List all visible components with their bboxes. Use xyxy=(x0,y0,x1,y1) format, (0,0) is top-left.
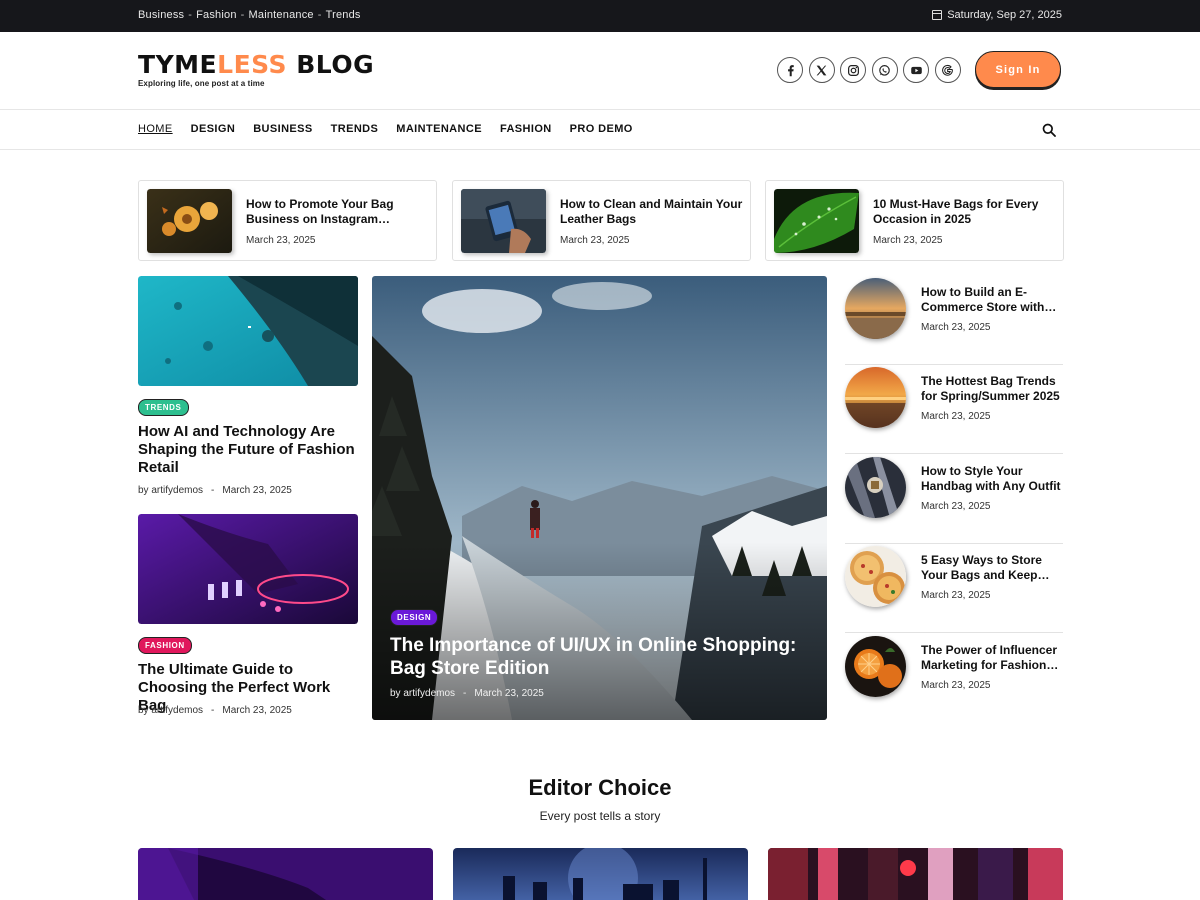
post-thumbnail xyxy=(845,457,906,518)
post-date: March 23, 2025 xyxy=(921,411,991,422)
mini-post-card[interactable]: How to Promote Your Bag Business on Inst… xyxy=(138,180,437,261)
post-title[interactable]: The Power of Influencer Marketing for Fa… xyxy=(921,643,1061,672)
site-tagline: Exploring life, one post at a time xyxy=(138,79,265,88)
post-meta: by artifydemos - March 23, 2025 xyxy=(138,485,292,496)
mini-post-card[interactable]: 10 Must-Have Bags for Every Occasion in … xyxy=(765,180,1064,261)
site-header: TYMELESS BLOG Exploring life, one post a… xyxy=(0,32,1200,110)
social-links xyxy=(777,57,961,83)
post-title[interactable]: How to Build an E-Commerce Store with… xyxy=(921,285,1061,314)
post-author[interactable]: by artifydemos xyxy=(138,485,203,496)
sidebar-post[interactable]: How to Style Your Handbag with Any Outfi… xyxy=(845,455,1063,544)
post-thumbnail xyxy=(845,367,906,428)
post-title[interactable]: How to Style Your Handbag with Any Outfi… xyxy=(921,464,1061,493)
post-date: March 23, 2025 xyxy=(921,680,991,691)
post-thumbnail xyxy=(774,189,859,253)
post-title[interactable]: How AI and Technology Are Shaping the Fu… xyxy=(138,423,358,477)
top-bar: Business - Fashion - Maintenance - Trends Satu… xyxy=(0,0,1200,32)
category-badge[interactable]: DESIGN xyxy=(390,609,439,626)
top-category-link[interactable]: Maintenance xyxy=(249,9,314,21)
calendar-icon xyxy=(932,10,943,20)
post-thumbnail xyxy=(845,278,906,339)
post-image[interactable] xyxy=(138,514,358,624)
current-date: Saturday, Sep 27, 2025 xyxy=(932,9,1062,21)
sidebar-post[interactable]: 5 Easy Ways to Store Your Bags and Keep…… xyxy=(845,544,1063,633)
post-title[interactable]: How to Promote Your Bag Business on Inst… xyxy=(246,197,431,226)
post-date: March 23, 2025 xyxy=(921,501,991,512)
sidebar-post[interactable]: How to Build an E-Commerce Store with… M… xyxy=(845,276,1063,365)
youtube-icon[interactable] xyxy=(903,57,929,83)
nav-item-business[interactable]: BUSINESS xyxy=(253,123,312,135)
nav-item-design[interactable]: DESIGN xyxy=(191,123,236,135)
instagram-icon[interactable] xyxy=(840,57,866,83)
post-date: March 23, 2025 xyxy=(560,235,630,246)
post-author[interactable]: by artifydemos xyxy=(138,705,203,716)
section-subtitle: Every post tells a story xyxy=(539,809,661,823)
post-date: March 23, 2025 xyxy=(222,485,292,496)
x-icon[interactable] xyxy=(808,57,835,83)
post-thumbnail xyxy=(845,636,906,697)
nav-item-pro-demo[interactable]: PRO DEMO xyxy=(570,123,633,135)
whatsapp-icon[interactable] xyxy=(871,57,898,83)
category-badge[interactable]: FASHION xyxy=(138,637,192,654)
nav-item-trends[interactable]: TRENDS xyxy=(331,123,379,135)
separator: - xyxy=(188,9,193,21)
post-title[interactable]: 10 Must-Have Bags for Every Occasion in … xyxy=(873,197,1058,226)
featured-title[interactable]: The Importance of UI/UX in Online Shoppi… xyxy=(390,634,815,680)
editor-post-image[interactable] xyxy=(768,848,1063,900)
nav-item-maintenance[interactable]: MAINTENANCE xyxy=(396,123,482,135)
separator: - xyxy=(317,9,322,21)
mini-post-card[interactable]: How to Clean and Maintain Your Leather B… xyxy=(452,180,751,261)
post-image[interactable] xyxy=(138,276,358,386)
post-date: March 23, 2025 xyxy=(474,688,544,699)
featured-post[interactable]: DESIGN The Importance of UI/UX in Online… xyxy=(372,276,827,720)
nav-item-home[interactable]: HOME xyxy=(138,123,173,135)
post-date: March 23, 2025 xyxy=(246,235,316,246)
top-category-link[interactable]: Trends xyxy=(326,9,361,21)
date-text: Saturday, Sep 27, 2025 xyxy=(947,9,1062,21)
editor-post-image[interactable] xyxy=(138,848,433,900)
post-title[interactable]: How to Clean and Maintain Your Leather B… xyxy=(560,197,745,226)
top-category-link[interactable]: Fashion xyxy=(196,9,237,21)
logo-text: TYMELESS BLOG xyxy=(138,50,375,79)
sidebar-post[interactable]: The Power of Influencer Marketing for Fa… xyxy=(845,634,1063,723)
post-title[interactable]: The Hottest Bag Trends for Spring/Summer… xyxy=(921,374,1061,403)
post-author[interactable]: by artifydemos xyxy=(390,688,455,699)
post-thumbnail xyxy=(147,189,232,253)
nav-menu: HOME DESIGN BUSINESS TRENDS MAINTENANCE … xyxy=(138,123,633,135)
google-icon[interactable] xyxy=(934,57,961,83)
section-title: Editor Choice xyxy=(528,775,672,800)
site-logo[interactable]: TYMELESS BLOG Exploring life, one post a… xyxy=(138,50,375,89)
top-category-link[interactable]: Business xyxy=(138,9,184,21)
main-navigation: HOME DESIGN BUSINESS TRENDS MAINTENANCE … xyxy=(0,110,1200,150)
nav-item-fashion[interactable]: FASHION xyxy=(500,123,552,135)
sign-in-button[interactable]: Sign In xyxy=(975,51,1061,88)
editor-post-image[interactable] xyxy=(453,848,748,900)
post-date: March 23, 2025 xyxy=(873,235,943,246)
category-badge[interactable]: TRENDS xyxy=(138,399,189,416)
post-thumbnail xyxy=(845,546,906,607)
post-meta: by artifydemos - March 23, 2025 xyxy=(390,688,544,699)
post-date: March 23, 2025 xyxy=(222,705,292,716)
sidebar-post[interactable]: The Hottest Bag Trends for Spring/Summer… xyxy=(845,365,1063,454)
facebook-icon[interactable] xyxy=(777,57,803,83)
separator: - xyxy=(240,9,245,21)
search-icon[interactable] xyxy=(1042,123,1056,137)
post-title[interactable]: 5 Easy Ways to Store Your Bags and Keep… xyxy=(921,553,1061,582)
top-categories: Business - Fashion - Maintenance - Trends xyxy=(138,9,361,21)
post-date: March 23, 2025 xyxy=(921,322,991,333)
post-date: March 23, 2025 xyxy=(921,590,991,601)
post-thumbnail xyxy=(461,189,546,253)
post-meta: by artifydemos - March 23, 2025 xyxy=(138,705,292,716)
